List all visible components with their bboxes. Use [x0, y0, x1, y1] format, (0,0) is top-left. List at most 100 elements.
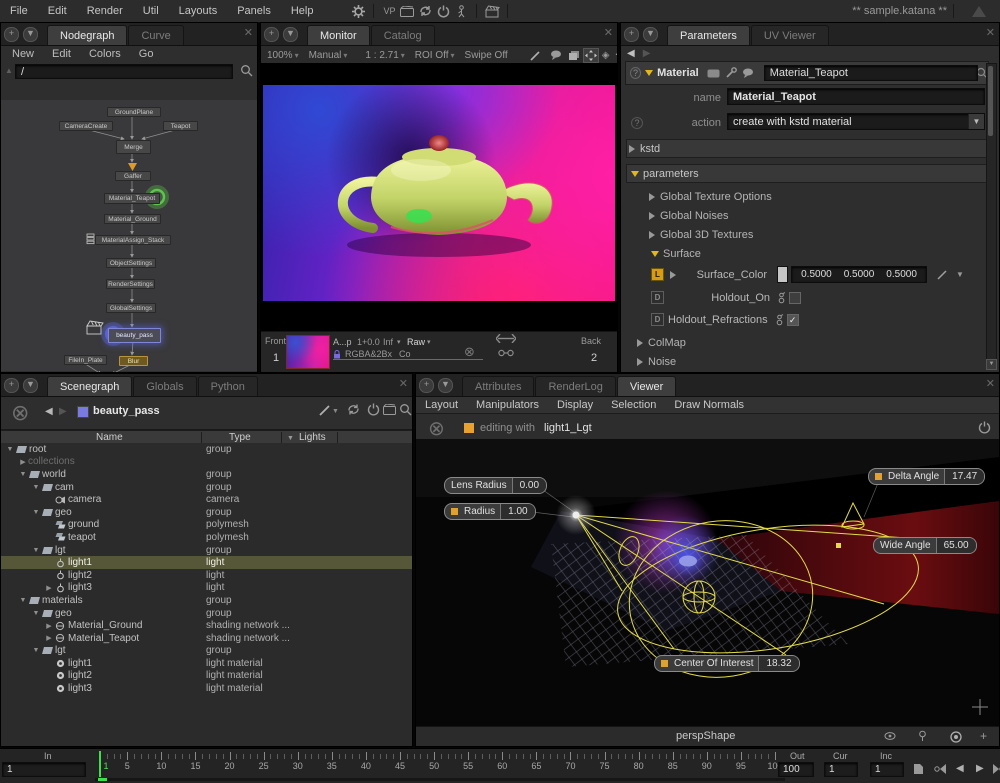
tree-row-lgt[interactable]: ▼lgtgroup	[1, 645, 412, 658]
tree-row-light3[interactable]: light3light material	[1, 682, 412, 695]
menu-file[interactable]: File	[0, 5, 38, 17]
pane-add-icon[interactable]: +	[4, 378, 19, 393]
clear-selection-icon[interactable]: ⊗	[11, 400, 29, 426]
front-catalog-name[interactable]: A...p	[333, 337, 352, 347]
action-dropdown[interactable]: create with kstd material ▼	[727, 113, 985, 130]
profile-icon[interactable]	[452, 3, 470, 19]
radius-readout[interactable]: Radius 1.00	[444, 503, 536, 520]
tree-row-materials[interactable]: ▼materialsgroup	[1, 594, 412, 607]
panel-close-icon[interactable]: ✕	[604, 26, 613, 39]
tab-renderlog[interactable]: RenderLog	[535, 376, 615, 396]
wide-angle-readout[interactable]: Wide Angle 65.00	[873, 537, 977, 554]
tab-uv-viewer[interactable]: UV Viewer	[751, 25, 829, 45]
camera-name-label[interactable]: perspShape	[676, 730, 735, 742]
lens-radius-readout[interactable]: Lens Radius 0.00	[444, 477, 547, 494]
pane-add-icon[interactable]: +	[419, 378, 434, 393]
tab-scenegraph[interactable]: Scenegraph	[47, 376, 132, 396]
pane-menu-icon[interactable]: ▼	[438, 378, 453, 393]
group-global-3d-textures[interactable]: Global 3D Textures	[647, 229, 753, 241]
lock-icon[interactable]	[333, 350, 341, 359]
menu-edit[interactable]: Edit	[38, 5, 77, 17]
increment-input[interactable]: 1	[870, 762, 904, 777]
clapper-icon[interactable]	[483, 3, 501, 19]
holdout-refractions-checkbox[interactable]: ✓	[787, 314, 799, 326]
tree-row-geo[interactable]: ▼geogroup	[1, 506, 412, 519]
node-rendersettings[interactable]: RenderSettings	[106, 279, 155, 289]
tree-row-cam[interactable]: ▼camgroup	[1, 481, 412, 494]
keyframe-toggle-icon[interactable]	[778, 292, 786, 304]
warning-icon[interactable]	[972, 6, 986, 17]
power-icon[interactable]	[367, 403, 380, 416]
ratio-select[interactable]: 1 : 2.71	[359, 50, 404, 61]
tree-expander-icon[interactable]: ▶	[44, 622, 54, 630]
flipbook-icon[interactable]	[912, 763, 924, 775]
tab-monitor[interactable]: Monitor	[307, 25, 370, 45]
menu-selection[interactable]: Selection	[602, 399, 665, 411]
comment-icon[interactable]	[742, 68, 754, 78]
panel-close-icon[interactable]: ✕	[399, 377, 408, 390]
help-icon[interactable]: ?	[630, 67, 641, 79]
chevron-down-icon[interactable]: ▼	[332, 408, 339, 415]
nodegraph-canvas[interactable]: GroundPlaneCameraCreateTeapotMergeGaffer…	[1, 100, 257, 371]
eyedropper-icon[interactable]	[937, 269, 948, 280]
menu-layouts[interactable]: Layouts	[169, 5, 228, 17]
panel-close-icon[interactable]: ✕	[986, 26, 995, 39]
tab-python[interactable]: Python	[198, 376, 258, 396]
tree-expander-icon[interactable]: ▼	[31, 509, 41, 516]
node-groundplane[interactable]: GroundPlane	[107, 107, 161, 117]
tree-expander-icon[interactable]: ▼	[31, 484, 41, 491]
power-icon[interactable]	[434, 3, 452, 19]
prev-keyframe-icon[interactable]	[934, 763, 947, 775]
tree-row-geo[interactable]: ▼geogroup	[1, 607, 412, 620]
next-frame-icon[interactable]: ▶	[976, 763, 984, 774]
render-icon[interactable]	[398, 3, 416, 19]
menu-new[interactable]: New	[3, 48, 43, 60]
front-thumbnail[interactable]	[286, 335, 330, 369]
holdout-on-checkbox[interactable]	[789, 292, 801, 304]
vp-icon[interactable]: VP	[380, 3, 398, 19]
swipe-toggle[interactable]: Swipe Off	[459, 50, 514, 61]
node-path-input[interactable]: /	[15, 64, 233, 79]
search-icon[interactable]	[240, 64, 253, 77]
sync-icon[interactable]	[347, 403, 360, 416]
prev-frame-icon[interactable]: ◀	[956, 763, 964, 774]
tree-row-material_ground[interactable]: ▶Material_Groundshading network ...	[1, 619, 412, 632]
name-field-input[interactable]: Material_Teapot	[727, 88, 985, 105]
annotate-pen-icon[interactable]	[524, 50, 547, 61]
current-frame-input[interactable]: 1	[824, 762, 858, 777]
sync-icon[interactable]	[416, 3, 434, 19]
tab-curve[interactable]: Curve	[128, 25, 183, 45]
column-lights[interactable]: Lights	[299, 432, 326, 443]
menu-render[interactable]: Render	[77, 5, 133, 17]
filter-chevron-icon[interactable]: ▼	[287, 435, 294, 442]
group-global-noises[interactable]: Global Noises	[647, 210, 728, 222]
zoom-select[interactable]: 100%	[261, 50, 299, 61]
front-clear-icon[interactable]: ⊗	[464, 344, 475, 360]
node-blur[interactable]: Blur	[119, 356, 148, 366]
kstd-group-header[interactable]: kstd	[626, 139, 988, 158]
pane-menu-icon[interactable]: ▼	[23, 378, 38, 393]
channels-icon[interactable]: ◈	[599, 50, 613, 61]
parameters-group-header[interactable]: parameters	[626, 164, 988, 183]
pane-add-icon[interactable]: +	[624, 27, 639, 42]
history-back-icon[interactable]: ◀	[45, 406, 53, 417]
out-frame-input[interactable]: 100	[778, 762, 814, 777]
tree-row-light2[interactable]: light2light	[1, 569, 412, 582]
pane-menu-icon[interactable]: ▼	[23, 27, 38, 42]
tab-globals[interactable]: Globals	[133, 376, 196, 396]
tree-row-light1[interactable]: light1light	[1, 556, 412, 569]
viewer-viewport[interactable]: Lens Radius 0.00 Radius 1.00 Delta Angle…	[416, 439, 999, 726]
menu-go[interactable]: Go	[130, 48, 163, 60]
tree-row-world[interactable]: ▼worldgroup	[1, 468, 412, 481]
pen-icon[interactable]	[319, 404, 331, 416]
node-cameracreate[interactable]: CameraCreate	[59, 121, 113, 131]
link-buffers-icon[interactable]	[498, 349, 514, 357]
editing-target-label[interactable]: light1_Lgt	[544, 422, 592, 434]
frame-ruler[interactable]: 5101520253035404550556065707580859095100…	[95, 751, 785, 777]
tree-expander-icon[interactable]: ▶	[18, 458, 28, 466]
tree-expander-icon[interactable]: ▶	[44, 584, 54, 592]
front-color-select[interactable]: Co	[399, 349, 411, 359]
monitor-viewport[interactable]	[261, 63, 617, 331]
tree-expander-icon[interactable]: ▼	[31, 547, 41, 554]
group-global-texture-options[interactable]: Global Texture Options	[647, 191, 772, 203]
